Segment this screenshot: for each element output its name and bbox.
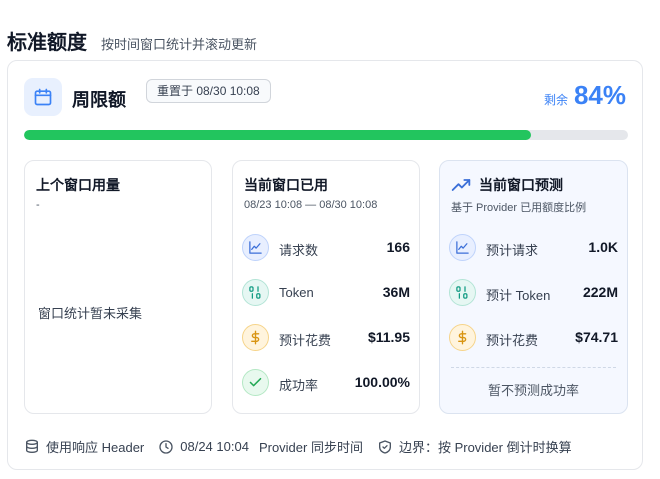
period-title: 周限额 [72,90,126,110]
panel-title-row: 当前窗口预测 [451,175,563,195]
forecast-panel: 当前窗口预测 基于 Provider 已用额度比例 预计请求 1.0K 预计 T… [439,160,628,414]
panel-title: 当前窗口已用 [244,177,328,193]
footer-sync-label: Provider 同步时间 [258,440,363,455]
footer-source: 使用响应 Header [24,437,144,456]
metric-value: 1.0K [588,239,618,255]
remaining-indicator: 剩余 84% [544,80,626,111]
check-icon [242,369,269,396]
metric-label: 预计花费 [486,333,539,348]
page-subtitle: 按时间窗口统计并滚动更新 [101,37,258,52]
binary-icon [449,279,476,306]
metric-token: Token 36M [242,278,410,308]
panel-date-range: 08/23 10:08 — 08/30 10:08 [244,199,378,211]
database-icon [26,439,38,453]
quota-progress-bar [24,130,628,140]
quota-card: 周限额 重置于 08/30 10:08 剩余 84% 上个窗口用量 - 窗口统计… [7,60,643,470]
metric-label: 预计花费 [279,333,332,348]
remaining-label: 剩余 [543,93,568,107]
current-window-panel: 当前窗口已用 08/23 10:08 — 08/30 10:08 请求数 166… [232,160,420,414]
metric-value: $11.95 [367,329,410,345]
panel-subtitle: - [36,199,40,211]
metric-label: 预计 Token [486,288,551,303]
reset-time-badge: 重置于 08/30 10:08 [146,79,271,103]
chart-line-icon [449,234,476,261]
trending-up-icon [451,179,471,191]
metric-value: 100.00% [354,374,410,390]
metric-label: 请求数 [279,243,319,258]
footer-sync: 08/24 10:04 Provider 同步时间 [158,437,363,456]
page-title: 标准额度 [7,32,87,54]
quota-progress-fill [24,130,532,140]
footer-source-text: 使用响应 Header [46,440,145,455]
panel-subtitle: 基于 Provider 已用额度比例 [451,202,587,214]
forecast-token: 预计 Token 222M [449,278,618,308]
panel-title: 上个窗口用量 [36,177,120,193]
metric-value: 36M [382,284,410,300]
previous-window-panel: 上个窗口用量 - 窗口统计暂未采集 [24,160,212,414]
panel-title: 当前窗口预测 [479,177,563,193]
forecast-requests: 预计请求 1.0K [449,233,618,263]
empty-note: 窗口统计暂未采集 [38,306,143,321]
metric-value: $74.71 [575,329,618,345]
no-predict-note: 暂不预测成功率 [487,383,579,398]
metric-cost: 预计花费 $11.95 [242,323,410,353]
card-footer: 使用响应 Header 08/24 10:04 Provider 同步时间 边界… [24,437,572,456]
binary-icon [242,279,269,306]
metric-label: 成功率 [279,378,319,393]
metric-label: Token [279,285,314,300]
dollar-icon [449,324,476,351]
forecast-cost: 预计花费 $74.71 [449,323,618,353]
quota-card-header: 周限额 重置于 08/30 10:08 剩余 84% [24,78,626,118]
metric-value: 166 [386,239,410,255]
calendar-icon [24,78,62,116]
footer-sync-time: 08/24 10:04 [180,439,249,454]
metric-label: 预计请求 [486,243,539,258]
metric-requests: 请求数 166 [242,233,410,263]
metric-success-rate: 成功率 100.00% [242,368,410,398]
footer-boundary-text: 边界：按 Provider 倒计时换算 [398,440,572,455]
footer-boundary: 边界：按 Provider 倒计时换算 [377,437,572,456]
clock-icon [159,439,173,454]
shield-icon [378,439,391,454]
chart-line-icon [242,234,269,261]
dollar-icon [242,324,269,351]
divider [451,367,616,368]
page-header: 标准额度 按时间窗口统计并滚动更新 [7,26,257,55]
metric-value: 222M [582,284,618,300]
remaining-percent: 84% [573,80,626,110]
